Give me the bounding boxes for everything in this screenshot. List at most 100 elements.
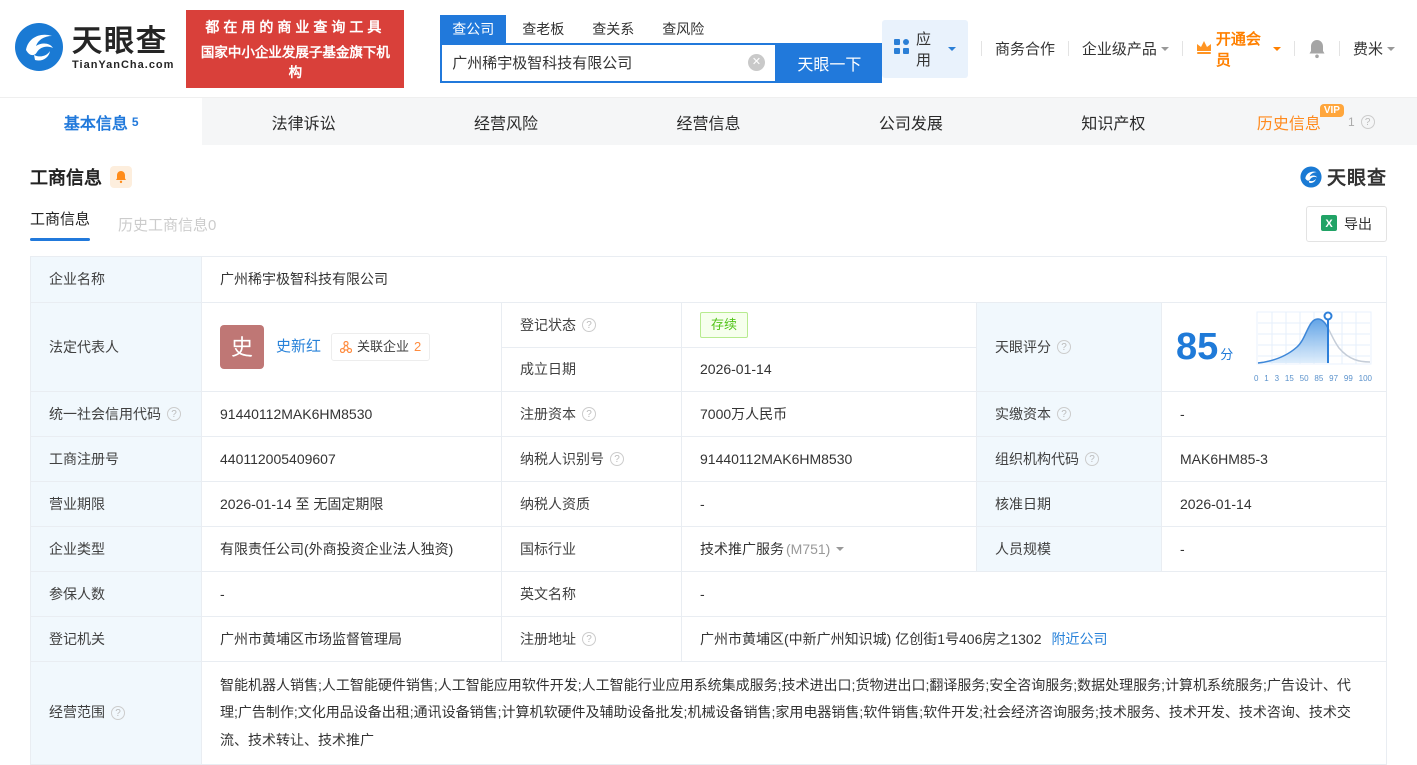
vip-badge: VIP [1320,104,1344,117]
active-subtab-underline [30,238,90,241]
insured-count-label: 参保人数 [31,572,201,616]
search-tab-relation[interactable]: 查关系 [580,15,646,43]
clear-search-icon[interactable]: ✕ [748,54,765,71]
promo-line1: 都在用的商业查询工具 [196,17,394,37]
company-name-label: 企业名称 [31,257,201,302]
approval-date-label: 核准日期 [976,482,1161,526]
industry-label: 国标行业 [501,527,681,571]
related-companies-badge[interactable]: 关联企业 2 [331,333,430,361]
reg-capital-label: 注册资本? [501,392,681,436]
taxpayer-quality-label: 纳税人资质 [501,482,681,526]
paid-capital-value: - [1161,392,1386,436]
tab-operational-risk[interactable]: 经营风险 [405,98,607,145]
search-tab-boss[interactable]: 查老板 [510,15,576,43]
tab-history-info[interactable]: 历史信息 VIP 1 ? [1215,98,1417,145]
english-name-label: 英文名称 [501,572,681,616]
table-row: 法定代表人 史 史新红 关联企业 2 登记状态? [31,302,1386,391]
business-scope-label: 经营范围? [31,662,201,764]
help-icon[interactable]: ? [582,632,596,646]
tianyancha-logo[interactable]: 天眼查 TianYanCha.com [14,22,174,75]
menu-cooperation[interactable]: 商务合作 [995,38,1055,59]
help-icon[interactable]: ? [610,452,624,466]
credit-code-value: 91440112MAK6HM8530 [201,392,501,436]
excel-icon: X [1321,215,1337,234]
promo-line2: 国家中小企业发展子基金旗下机构 [196,41,394,81]
tab-business-info[interactable]: 经营信息 [607,98,809,145]
business-registration-table: 企业名称 广州稀宇极智科技有限公司 法定代表人 史 史新红 关联企业 2 [30,256,1387,765]
table-row: 登记机关 广州市黄埔区市场监督管理局 注册地址? 广州市黄埔区(中新广州知识城)… [31,616,1386,661]
svg-text:X: X [1325,218,1333,230]
org-graph-icon [340,341,352,353]
tyc-score-label: 天眼评分? [976,303,1161,391]
help-icon[interactable]: ? [167,407,181,421]
section-title: 工商信息 [30,164,102,190]
legal-rep-value: 史 史新红 关联企业 2 [201,303,501,391]
reg-number-value: 440112005409607 [201,437,501,481]
search-input[interactable] [442,54,748,71]
help-icon[interactable]: ? [582,407,596,421]
reg-status-label: 登记状态? [501,303,681,347]
tab-intellectual-property[interactable]: 知识产权 [1012,98,1214,145]
reg-capital-value: 7000万人民币 [681,392,976,436]
establish-date-label: 成立日期 [501,347,681,391]
reg-authority-label: 登记机关 [31,617,201,661]
help-icon[interactable]: ? [111,706,125,720]
top-menu: 应用 商务合作 企业级产品 开通会员 [882,20,1395,78]
help-icon[interactable]: ? [582,318,596,332]
tab-basic-info[interactable]: 基本信息 5 [0,98,202,145]
menu-separator [1339,41,1340,56]
business-term-value: 2026-01-14 至 无固定期限 [201,482,501,526]
industry-value: 技术推广服务 (M751) [681,527,976,571]
chevron-down-icon[interactable] [836,547,844,555]
brand-domain: TianYanCha.com [72,60,174,71]
taxpayer-quality-value: - [681,482,976,526]
notification-bell-icon[interactable] [1308,39,1326,59]
subscribe-bell-icon[interactable] [110,166,132,188]
watermark-logo: 天眼查 [1300,163,1387,190]
search-tab-company[interactable]: 查公司 [440,15,506,43]
business-term-label: 营业期限 [31,482,201,526]
company-name-value: 广州稀宇极智科技有限公司 [201,257,1386,302]
chevron-down-icon [1387,47,1395,55]
company-nav-tabs: 基本信息 5 法律诉讼 经营风险 经营信息 公司发展 知识产权 历史信息 VIP… [0,97,1417,145]
help-icon[interactable]: ? [1361,115,1375,129]
company-type-value: 有限责任公司(外商投资企业法人独资) [201,527,501,571]
score-distribution-chart: 01 315 5085 9799 100 [1254,309,1372,385]
status-badge: 存续 [700,312,748,338]
search-tab-risk[interactable]: 查风险 [650,15,716,43]
industry-code: (M751) [786,539,830,560]
table-row: 经营范围? 智能机器人销售;人工智能硬件销售;人工智能应用软件开发;人工智能行业… [31,661,1386,764]
watermark-logo-icon [1300,166,1322,188]
help-icon[interactable]: ? [1057,340,1071,354]
tyc-score-value: 85分 [1161,303,1386,391]
org-code-value: MAK6HM85-3 [1161,437,1386,481]
export-button[interactable]: X 导出 [1306,206,1387,242]
help-icon[interactable]: ? [1057,407,1071,421]
apps-menu[interactable]: 应用 [882,20,968,78]
reg-address-value: 广州市黄埔区(中新广州知识城) 亿创街1号406房之1302 附近公司 [681,617,1386,661]
business-scope-value: 智能机器人销售;人工智能硬件销售;人工智能应用软件开发;人工智能行业应用系统集成… [201,662,1386,764]
menu-vip[interactable]: 开通会员 [1196,28,1281,70]
legal-rep-label: 法定代表人 [31,303,201,391]
help-icon[interactable]: ? [1085,452,1099,466]
tab-count: 1 [1348,115,1355,129]
search-button[interactable]: 天眼一下 [777,43,882,83]
insured-count-value: - [201,572,501,616]
establish-date-value: 2026-01-14 [681,347,976,391]
menu-separator [1182,41,1183,56]
legal-rep-name-link[interactable]: 史新红 [276,336,321,359]
top-header: 天眼查 TianYanCha.com 都在用的商业查询工具 国家中小企业发展子基… [0,0,1417,97]
nearby-companies-link[interactable]: 附近公司 [1052,629,1108,650]
table-row: 企业类型 有限责任公司(外商投资企业法人独资) 国标行业 技术推广服务 (M75… [31,526,1386,571]
english-name-value: - [681,572,1386,616]
tab-company-development[interactable]: 公司发展 [810,98,1012,145]
subtab-business-info[interactable]: 工商信息 [30,208,90,241]
subtab-history-business-info[interactable]: 历史工商信息0 [118,214,216,235]
menu-enterprise[interactable]: 企业级产品 [1082,38,1169,59]
menu-user[interactable]: 费米 [1353,38,1395,59]
reg-status-value: 存续 [681,303,976,347]
tab-count: 5 [132,115,139,129]
score-chart-axis: 01 315 5085 9799 100 [1254,373,1372,385]
tab-legal-proceedings[interactable]: 法律诉讼 [202,98,404,145]
menu-separator [1068,41,1069,56]
